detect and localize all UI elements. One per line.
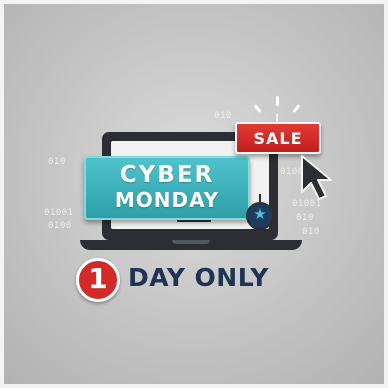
day-only-label: DAY ONLY [128,263,269,292]
banner-line-1: CYBER [119,162,215,188]
binary-digits: 010 [296,213,314,223]
sale-label: SALE [253,129,303,148]
sparkle-icon [253,104,262,113]
ornament-star-icon: ★ [246,202,274,230]
day-count-badge: 1 [76,258,120,302]
sparkle-icon [292,104,301,113]
sparkle-icon [276,96,279,106]
binary-digits: 01001 [44,208,74,218]
cyber-monday-banner: CYBER MONDAY [84,156,250,220]
laptop-notch [172,240,210,244]
binary-digits: 010 [214,111,232,121]
sale-tag: SALE [235,122,321,154]
promo-graphic: 010 01001 0100 010 01001 010 010 0100 CY… [4,4,384,384]
day-number: 1 [88,262,108,295]
cursor-arrow-icon [301,155,332,200]
star-icon: ★ [253,205,267,223]
binary-digits: 0100 [48,221,72,231]
binary-digits: 010 [48,157,66,167]
binary-digits: 010 [302,227,320,237]
banner-line-2: MONDAY [114,188,220,212]
